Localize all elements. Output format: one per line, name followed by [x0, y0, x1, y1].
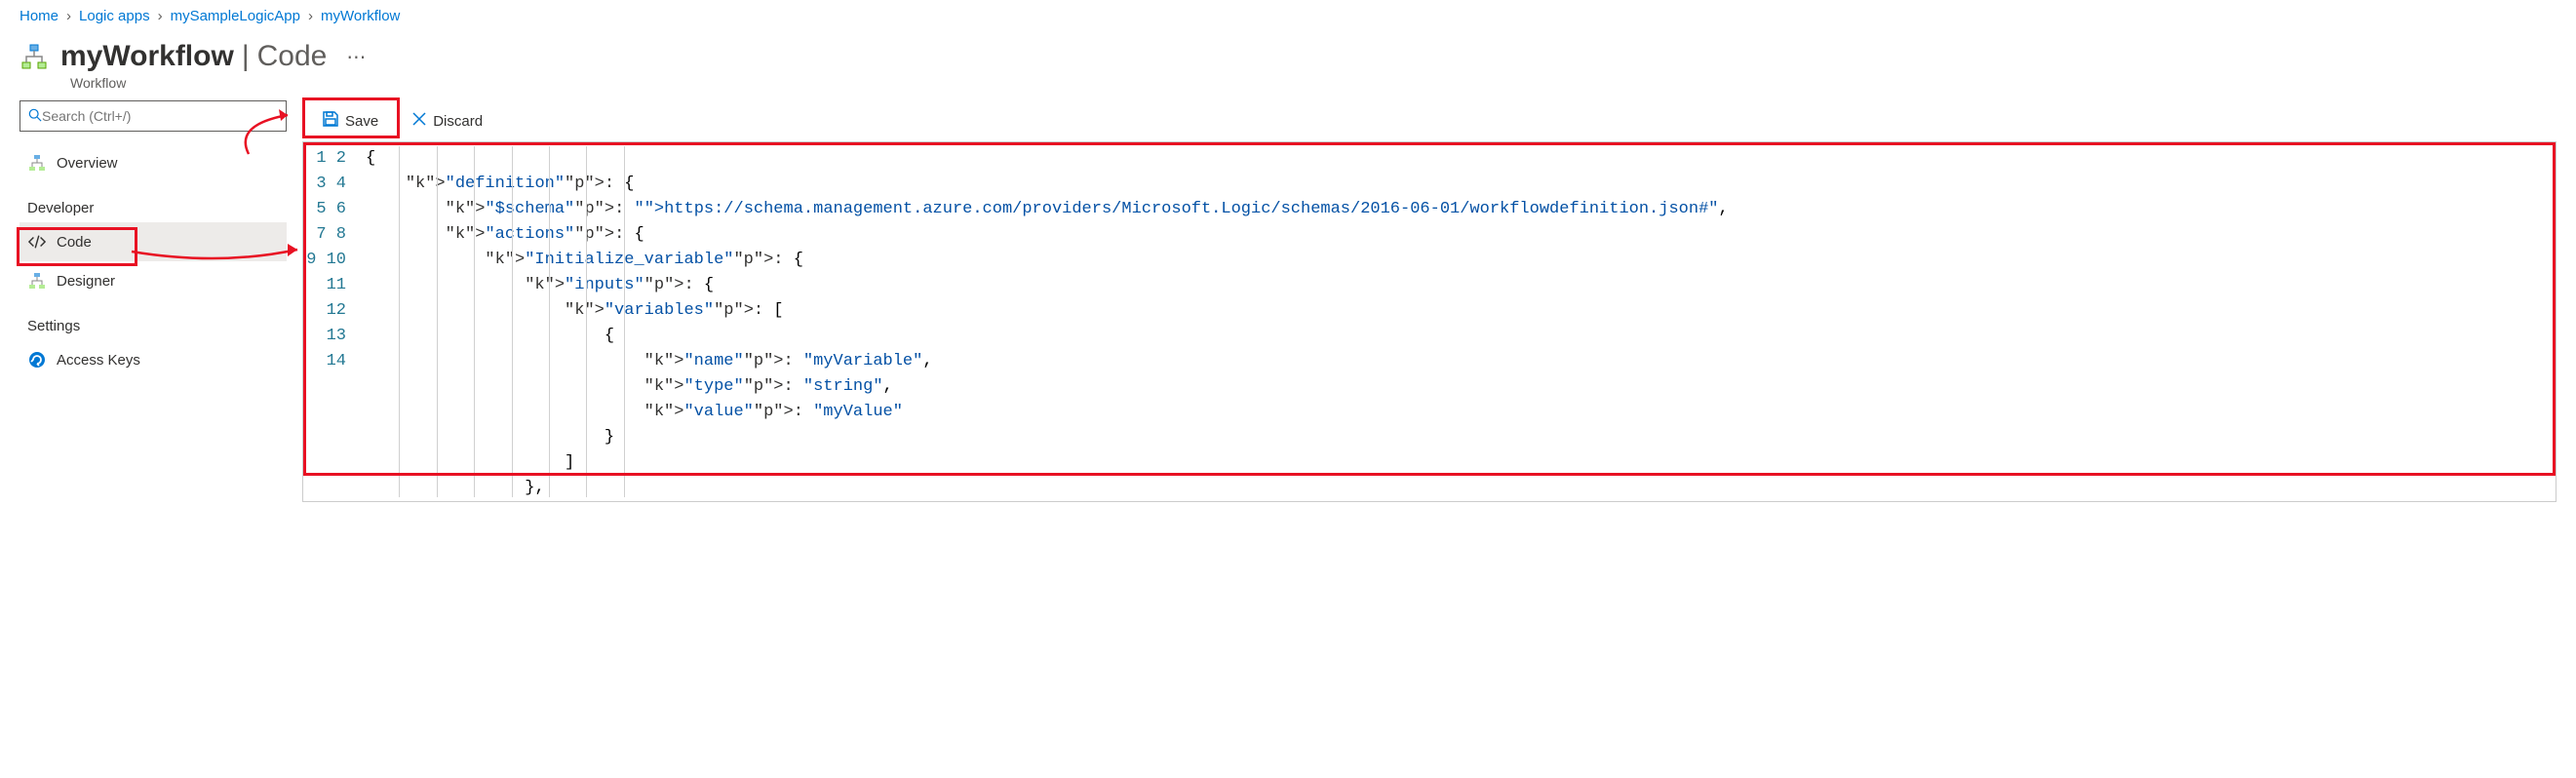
save-button-label: Save [345, 113, 378, 130]
page-title: myWorkflow [60, 40, 234, 73]
sidebar-section-settings: Settings [20, 300, 287, 340]
sidebar-item-designer[interactable]: Designer [20, 261, 287, 300]
sidebar-section-developer: Developer [20, 182, 287, 222]
save-icon [322, 110, 339, 132]
toolbar: Save Discard [302, 100, 2556, 141]
search-input[interactable] [42, 108, 278, 124]
breadcrumb: Home › Logic apps › mySampleLogicApp › m… [0, 0, 2576, 32]
code-icon [27, 232, 47, 252]
breadcrumb-workflow[interactable]: myWorkflow [321, 8, 400, 24]
breadcrumb-home[interactable]: Home [20, 8, 59, 24]
designer-icon [27, 271, 47, 291]
chevron-right-icon: › [158, 8, 163, 24]
content-pane: Save Discard 1 2 3 4 5 6 7 8 9 10 11 12 … [302, 100, 2556, 502]
code-editor[interactable]: 1 2 3 4 5 6 7 8 9 10 11 12 13 14 { "k">"… [302, 141, 2556, 502]
code-content[interactable]: { "k">"definition""p">: { "k">"$schema""… [362, 142, 2556, 501]
page-subtitle: Workflow [0, 75, 2576, 91]
search-icon [28, 108, 42, 125]
workflow-icon [27, 153, 47, 173]
search-input-wrap[interactable] [20, 100, 287, 132]
chevron-right-icon: › [66, 8, 71, 24]
page-section: Code [257, 40, 328, 73]
close-icon [411, 110, 427, 133]
sidebar: Overview Developer Code Designer Setting… [20, 100, 302, 502]
breadcrumb-sample-app[interactable]: mySampleLogicApp [171, 8, 300, 24]
discard-button-label: Discard [433, 113, 483, 130]
title-separator: | [242, 40, 250, 73]
line-number-gutter: 1 2 3 4 5 6 7 8 9 10 11 12 13 14 [303, 142, 356, 501]
access-keys-icon [27, 350, 47, 370]
workflow-icon [20, 42, 49, 71]
sidebar-item-label: Designer [57, 273, 115, 290]
sidebar-item-label: Code [57, 234, 92, 251]
sidebar-item-access-keys[interactable]: Access Keys [20, 340, 287, 379]
discard-button[interactable]: Discard [402, 106, 492, 136]
sidebar-item-code[interactable]: Code [20, 222, 287, 261]
chevron-right-icon: › [308, 8, 313, 24]
save-button[interactable]: Save [312, 106, 388, 136]
sidebar-item-label: Access Keys [57, 352, 140, 369]
sidebar-item-label: Overview [57, 155, 118, 172]
more-actions-button[interactable]: ⋯ [338, 41, 373, 73]
sidebar-item-overview[interactable]: Overview [20, 143, 287, 182]
breadcrumb-logic-apps[interactable]: Logic apps [79, 8, 150, 24]
page-header: myWorkflow | Code ⋯ [0, 32, 2576, 79]
